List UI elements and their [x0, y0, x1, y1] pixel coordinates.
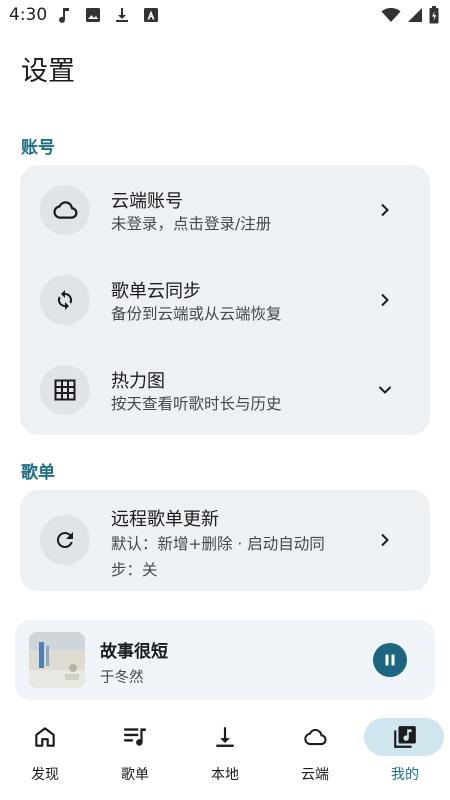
song-artist: 于冬然	[100, 670, 144, 686]
nav-item-mine[interactable]: 我的	[360, 710, 450, 800]
playlist-icon	[120, 722, 150, 752]
song-title: 故事很短	[100, 642, 168, 662]
album-art	[29, 632, 85, 688]
page-title: 设置	[21, 56, 75, 87]
nav-item-discover[interactable]: 发现	[0, 710, 90, 800]
heatmap-row[interactable]: 热力图 按天查看听歌时长与历史	[20, 345, 430, 435]
row-title: 热力图	[111, 371, 165, 392]
system-icons	[381, 6, 439, 28]
row-title: 远程歌单更新	[111, 509, 219, 530]
bottom-navigation: 发现 歌单 本地 云端 我的	[0, 710, 450, 800]
status-bar: 4:30	[0, 0, 450, 32]
nav-label: 本地	[211, 767, 239, 783]
battery-icon	[429, 6, 439, 28]
row-subtitle: 备份到云端或从云端恢复	[111, 305, 282, 323]
pause-icon	[383, 653, 397, 667]
music-note-icon	[56, 7, 72, 23]
chevron-right-icon	[376, 531, 394, 549]
chevron-right-icon	[376, 291, 394, 309]
row-subtitle: 按天查看听歌时长与历史	[111, 395, 282, 413]
nav-label: 云端	[301, 767, 329, 783]
notification-icons	[56, 7, 159, 23]
chevron-down-icon	[376, 381, 394, 399]
pause-button[interactable]	[373, 643, 407, 677]
wifi-icon	[381, 7, 401, 27]
cloud-icon	[300, 722, 330, 752]
row-subtitle-line2: 步：关	[111, 561, 158, 579]
nav-item-local[interactable]: 本地	[180, 710, 270, 800]
remote-playlist-update-row[interactable]: 远程歌单更新 默认：新增+删除 · 启动自动同 步：关	[20, 490, 430, 591]
row-subtitle-line1: 默认：新增+删除 · 启动自动同	[111, 535, 325, 553]
refresh-icon	[40, 515, 90, 565]
row-title: 云端账号	[111, 191, 183, 212]
grid-icon	[40, 365, 90, 415]
playlist-card: 远程歌单更新 默认：新增+删除 · 启动自动同 步：关	[20, 490, 430, 591]
nav-label: 歌单	[121, 767, 149, 783]
nav-item-playlist[interactable]: 歌单	[90, 710, 180, 800]
chevron-right-icon	[376, 201, 394, 219]
nav-label: 我的	[391, 767, 419, 783]
mini-player[interactable]: 故事很短 于冬然	[15, 620, 435, 700]
library-music-icon	[390, 722, 420, 752]
status-time: 4:30	[9, 5, 48, 25]
playlist-cloud-sync-row[interactable]: 歌单云同步 备份到云端或从云端恢复	[20, 255, 430, 345]
signal-icon	[407, 7, 423, 27]
font-icon	[143, 7, 159, 23]
nav-label: 发现	[31, 767, 59, 783]
sync-icon	[40, 275, 90, 325]
account-card: 云端账号 未登录，点击登录/注册 歌单云同步 备份到云端或从云端恢复 热力图 按…	[20, 165, 430, 435]
row-title: 歌单云同步	[111, 281, 201, 302]
home-icon	[30, 722, 60, 752]
row-subtitle: 未登录，点击登录/注册	[111, 215, 272, 233]
download-icon	[210, 722, 240, 752]
cloud-icon	[40, 185, 90, 235]
nav-item-cloud[interactable]: 云端	[270, 710, 360, 800]
download-icon	[114, 7, 130, 23]
image-icon	[85, 7, 101, 23]
section-label-account: 账号	[21, 138, 55, 158]
cloud-account-row[interactable]: 云端账号 未登录，点击登录/注册	[20, 165, 430, 255]
section-label-playlist: 歌单	[21, 463, 55, 483]
